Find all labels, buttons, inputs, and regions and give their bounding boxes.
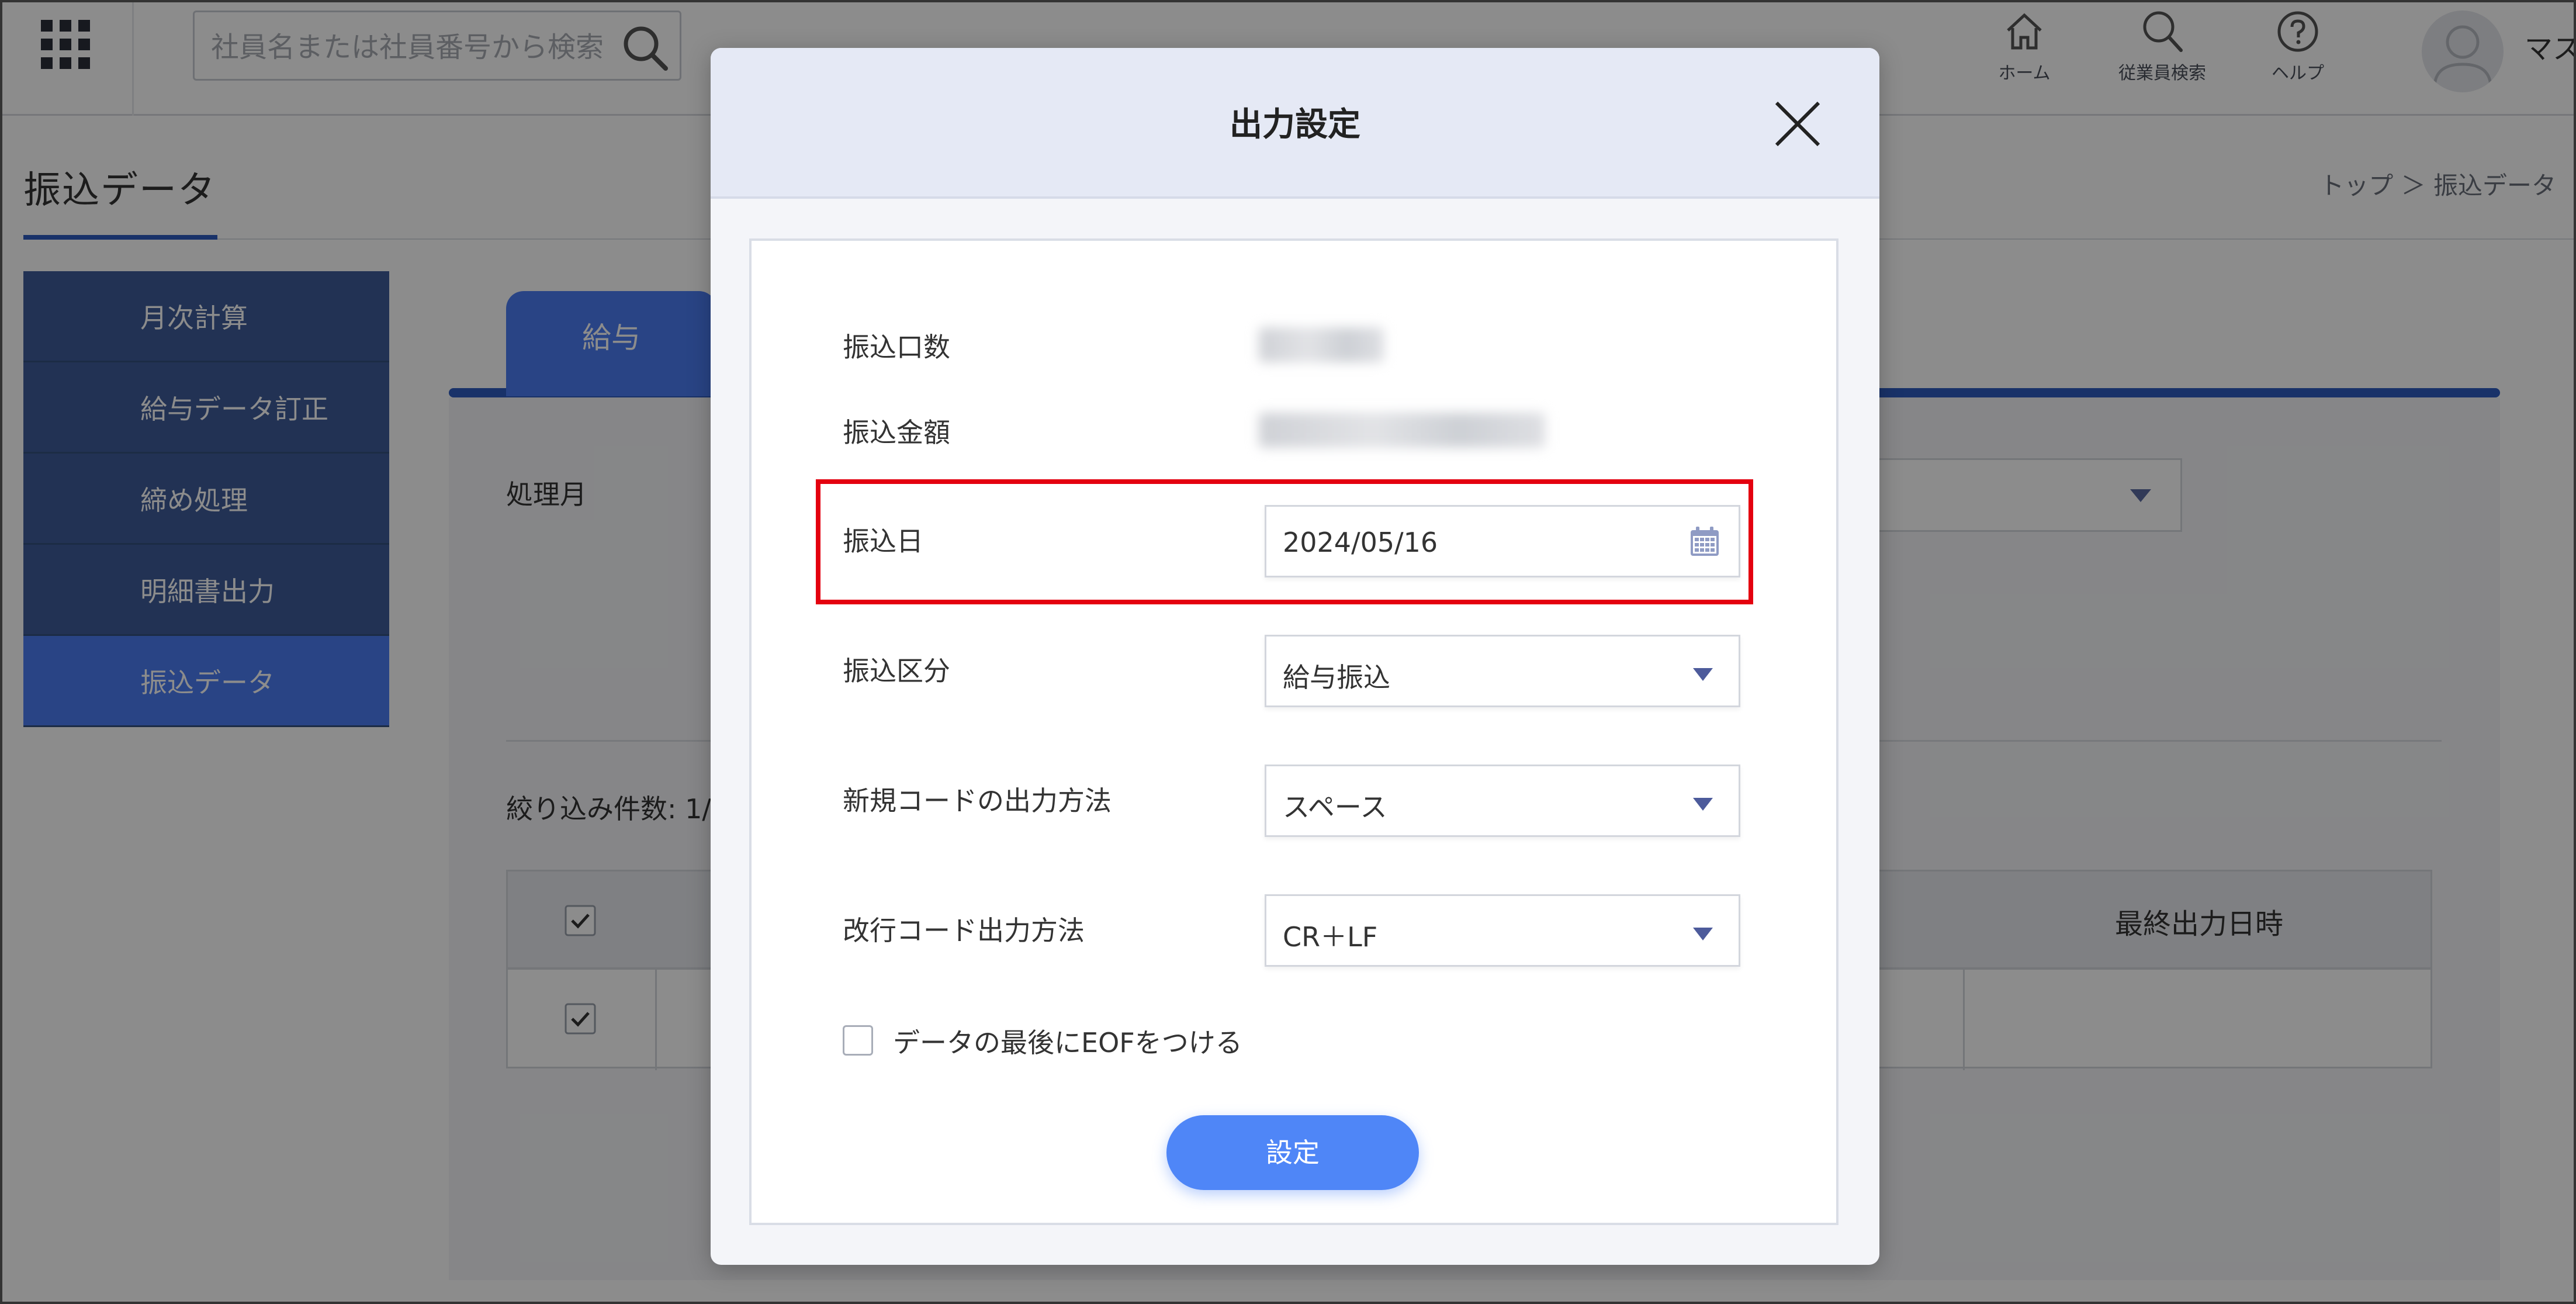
eof-checkbox[interactable] xyxy=(843,1025,873,1056)
chevron-down-icon xyxy=(1693,668,1713,681)
close-icon[interactable] xyxy=(1768,95,1827,153)
eof-label[interactable]: データの最後にEOFをつける xyxy=(893,1022,1242,1060)
chevron-down-icon xyxy=(1693,798,1713,811)
newline-code-label: 改行コード出力方法 xyxy=(843,915,1085,946)
modal-body xyxy=(749,238,1838,1225)
transfer-amount-value xyxy=(1259,413,1545,448)
transfer-type-value: 給与振込 xyxy=(1283,662,1390,693)
newline-code-select[interactable]: CR＋LF xyxy=(1265,894,1740,967)
transfer-count-value xyxy=(1259,327,1384,362)
app-window: ホーム 従業員検索 ヘルプ マス 振込データ トップ xyxy=(0,0,2576,1304)
transfer-type-label: 振込区分 xyxy=(843,655,950,687)
transfer-count-label: 振込口数 xyxy=(843,331,950,363)
newline-code-value: CR＋LF xyxy=(1283,921,1378,953)
modal-title: 出力設定 xyxy=(1230,106,1360,144)
modal-header: 出力設定 xyxy=(711,48,1879,199)
highlight-annotation xyxy=(816,479,1753,604)
new-code-select[interactable]: スペース xyxy=(1265,765,1740,837)
chevron-down-icon xyxy=(1693,928,1713,940)
transfer-type-select[interactable]: 給与振込 xyxy=(1265,635,1740,707)
new-code-label: 新規コードの出力方法 xyxy=(843,785,1112,817)
transfer-amount-label: 振込金額 xyxy=(843,417,950,448)
submit-button[interactable]: 設定 xyxy=(1166,1115,1419,1190)
new-code-value: スペース xyxy=(1283,791,1387,823)
